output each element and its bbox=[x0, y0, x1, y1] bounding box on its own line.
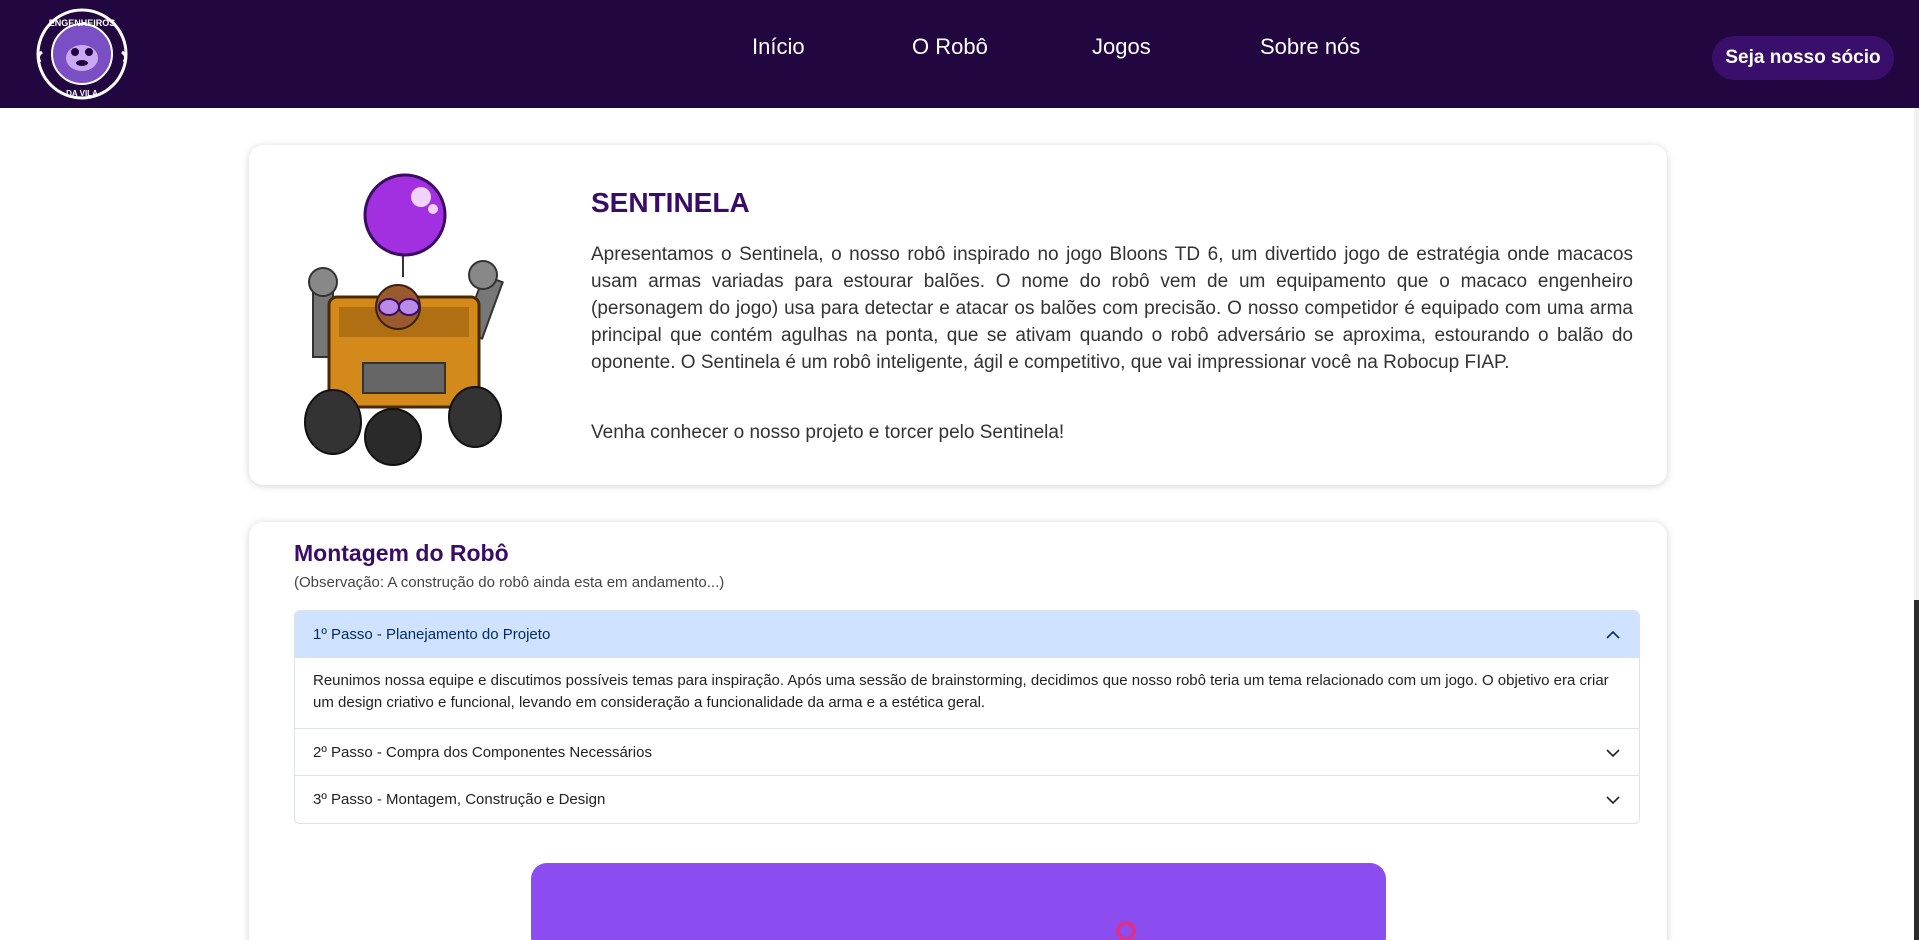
top-navbar: ENGENHEIROS DA VILA Início O Robô Jogos … bbox=[0, 0, 1919, 108]
nav-link-sobre-nos[interactable]: Sobre nós bbox=[1260, 34, 1360, 60]
chevron-up-icon bbox=[1606, 630, 1620, 639]
build-steps-accordion: 1º Passo - Planejamento do Projeto Reuni… bbox=[294, 610, 1640, 824]
nav-link-jogos[interactable]: Jogos bbox=[1092, 34, 1151, 60]
accordion-step-1-label: 1º Passo - Planejamento do Projeto bbox=[313, 626, 551, 643]
nav-link-o-robo[interactable]: O Robô bbox=[912, 34, 988, 60]
game-logo-icon bbox=[1107, 921, 1145, 940]
chevron-down-icon bbox=[1606, 796, 1620, 805]
chevron-down-icon bbox=[1606, 749, 1620, 758]
page-scrollbar-thumb[interactable] bbox=[1914, 600, 1919, 940]
accordion-step-2-header[interactable]: 2º Passo - Compra dos Componentes Necess… bbox=[295, 729, 1639, 776]
logo-text-bottom: DA VILA bbox=[66, 89, 98, 98]
robot-title: SENTINELA bbox=[591, 187, 750, 218]
accordion-step-1-body: Reunimos nossa equipe e discutimos possí… bbox=[295, 658, 1639, 729]
build-section-note: (Observação: A construção do robô ainda … bbox=[294, 574, 725, 591]
main-nav: Início O Robô Jogos Sobre nós bbox=[0, 34, 1919, 70]
nav-link-inicio[interactable]: Início bbox=[752, 34, 805, 60]
logo-text-top: ENGENHEIROS bbox=[49, 18, 116, 28]
accordion-step-1-header[interactable]: 1º Passo - Planejamento do Projeto bbox=[295, 611, 1639, 658]
robot-illustration bbox=[304, 173, 504, 466]
accordion-step-3-label: 3º Passo - Montagem, Construção e Design bbox=[313, 791, 606, 808]
accordion-step-2-label: 2º Passo - Compra dos Componentes Necess… bbox=[313, 744, 652, 761]
game-banner[interactable] bbox=[531, 863, 1386, 940]
robot-description: Apresentamos o Sentinela, o nosso robô i… bbox=[591, 244, 1633, 373]
build-section-title: Montagem do Robô bbox=[294, 540, 509, 566]
robot-intro-card: SENTINELA Apresentamos o Sentinela, o no… bbox=[249, 145, 1667, 485]
accordion-step-3-header[interactable]: 3º Passo - Montagem, Construção e Design bbox=[295, 776, 1639, 823]
robot-invite-text: Venha conhecer o nosso projeto e torcer … bbox=[591, 422, 1065, 443]
become-member-button[interactable]: Seja nosso sócio bbox=[1712, 36, 1894, 80]
